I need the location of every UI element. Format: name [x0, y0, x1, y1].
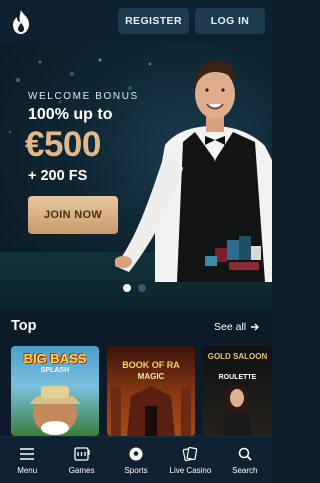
cards-icon — [183, 446, 198, 461]
section-title-top: Top — [11, 318, 37, 334]
game-title: BIG BASS — [23, 351, 87, 366]
game-tile[interactable]: GOLD SALOON ROULETTE — [203, 346, 272, 436]
game-tile[interactable]: BOOK OF RA MAGIC — [107, 346, 195, 436]
carousel-dot-2[interactable] — [138, 284, 146, 292]
game-tile[interactable]: BIG BASS SPLASH — [11, 346, 99, 436]
register-button[interactable]: REGISTER — [118, 8, 189, 34]
welcome-bonus-label: WELCOME BONUS — [28, 91, 139, 102]
search-icon — [238, 447, 252, 461]
free-spins-label: + 200 FS — [28, 168, 88, 184]
game-title: BOOK OF RA — [122, 360, 180, 370]
casino-home-page: REGISTER LOG IN WELCOME BONUS 100% up to… — [0, 0, 272, 483]
nav-item-games[interactable]: Games — [54, 437, 108, 483]
login-button[interactable]: LOG IN — [195, 8, 265, 34]
game-subtitle: ROULETTE — [218, 374, 257, 381]
nav-label: Search — [232, 465, 258, 475]
arrow-right-icon — [251, 323, 260, 331]
nav-item-menu[interactable]: Menu — [0, 437, 54, 483]
see-all-link[interactable]: See all — [214, 321, 260, 333]
nav-item-live-casino[interactable]: Live Casino — [163, 437, 217, 483]
nav-label: Games — [68, 465, 95, 475]
welcome-bonus-banner[interactable]: WELCOME BONUS 100% up to €500 + 200 FS J… — [0, 42, 272, 310]
game-subtitle: SPLASH — [40, 367, 70, 374]
dealer-image — [115, 60, 272, 282]
carousel-indicators — [123, 284, 146, 292]
nav-label: Sports — [124, 465, 148, 475]
bonus-headline: 100% up to — [28, 106, 113, 123]
nav-item-search[interactable]: Search — [218, 437, 272, 483]
top-header: REGISTER LOG IN — [0, 0, 272, 42]
game-title: GOLD SALOON — [207, 352, 268, 361]
join-now-button[interactable]: JOIN NOW — [28, 196, 118, 234]
top-games-row: BIG BASS SPLASH BOOK OF RA MAGIC GOLD SA… — [0, 346, 272, 436]
slot-machine-icon — [73, 446, 90, 461]
menu-icon — [20, 447, 35, 460]
flame-logo-icon[interactable] — [9, 9, 33, 35]
nav-label: Menu — [17, 465, 38, 475]
bottom-navigation: Menu Games Sports Live Casino Search — [0, 436, 272, 483]
nav-label: Live Casino — [169, 465, 212, 475]
see-all-label: See all — [214, 321, 247, 333]
game-subtitle: MAGIC — [137, 372, 165, 381]
soccer-ball-icon — [129, 447, 143, 460]
bonus-amount: €500 — [25, 125, 101, 164]
carousel-dot-1[interactable] — [123, 284, 131, 292]
nav-item-sports[interactable]: Sports — [109, 437, 163, 483]
